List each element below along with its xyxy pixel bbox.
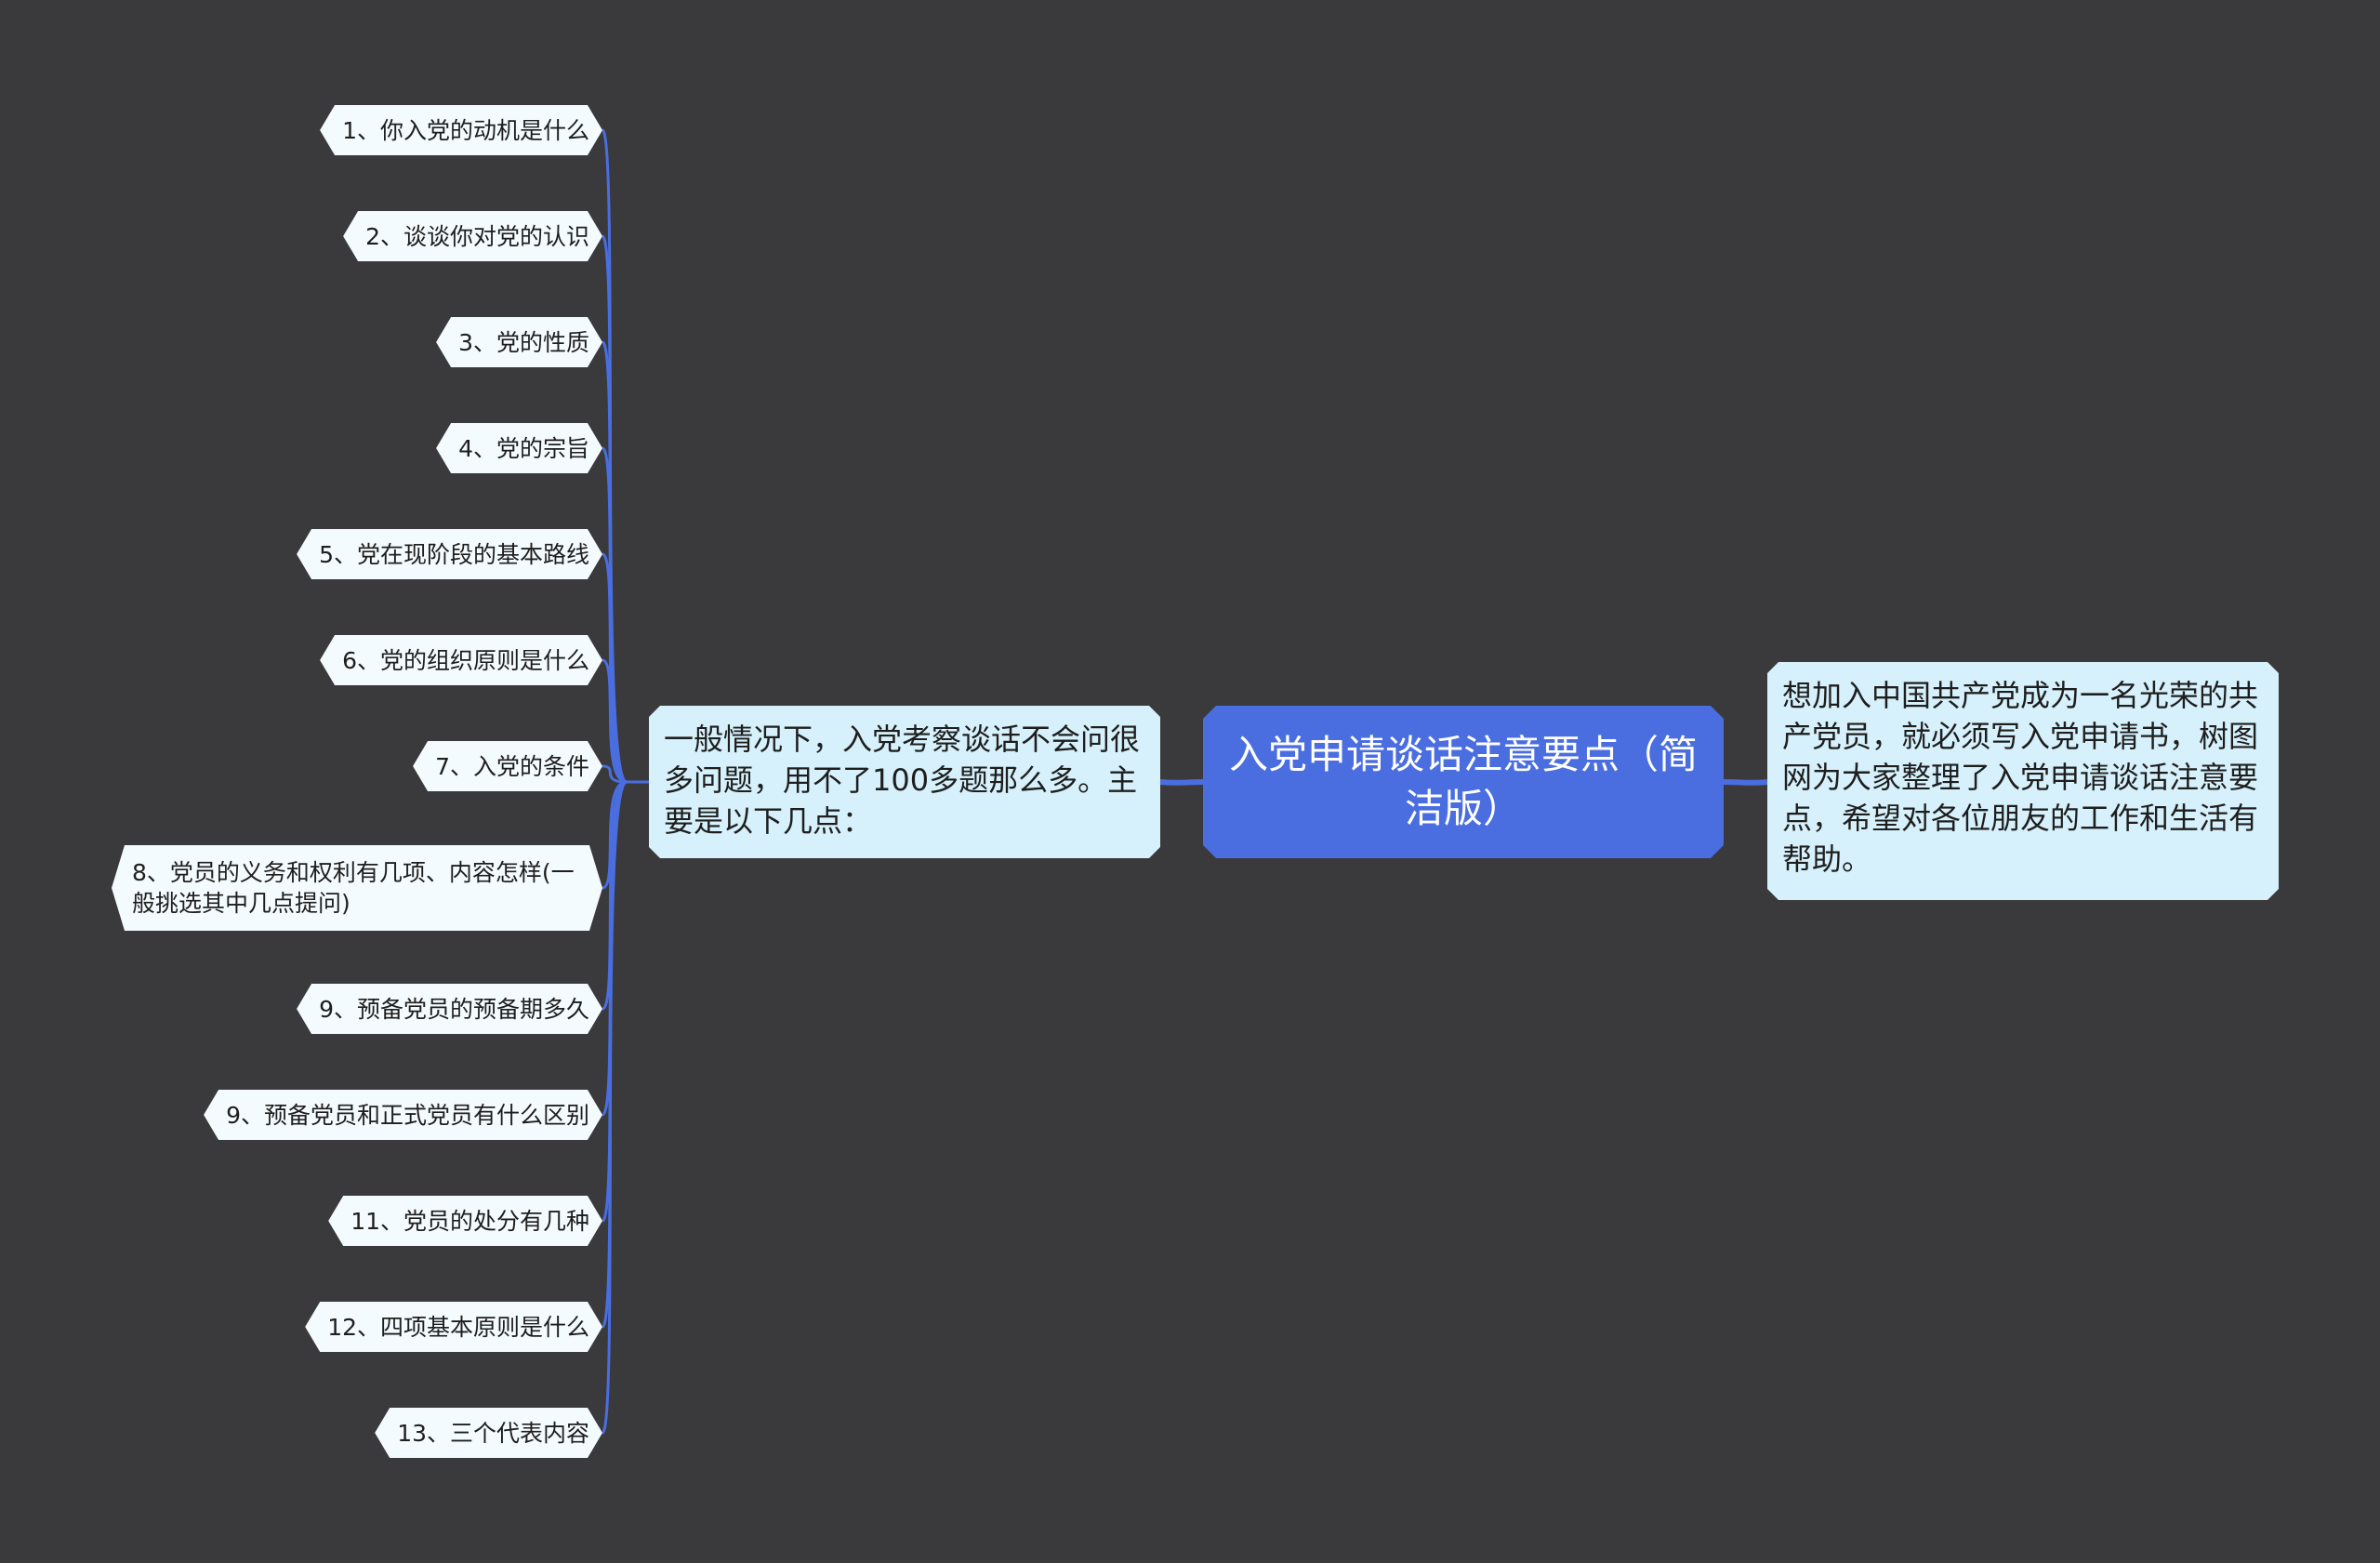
leaf-label: 9、预备党员和正式党员有什么区别	[226, 1101, 589, 1129]
leaf-topic[interactable]: 9、预备党员的预备期多久	[297, 984, 602, 1034]
leaf-topic[interactable]: 6、党的组织原则是什么	[320, 635, 602, 685]
leaf-topic[interactable]: 5、党在现阶段的基本路线	[297, 529, 602, 579]
leaf-label: 6、党的组织原则是什么	[342, 646, 589, 674]
leaf-topic[interactable]: 11、党员的处分有几种	[328, 1196, 602, 1246]
leaf-topic[interactable]: 4、党的宗旨	[436, 423, 602, 473]
leaf-topic[interactable]: 8、党员的义务和权利有几项、内容怎样(一般挑选其中几点提问)	[112, 845, 602, 931]
right-branch-topic[interactable]: 想加入中国共产党成为一名光荣的共产党员，就必须写入党申请书，树图网为大家整理了入…	[1767, 662, 2279, 900]
leaf-label: 5、党在现阶段的基本路线	[319, 540, 589, 568]
leaf-label: 4、党的宗旨	[458, 434, 589, 462]
root-to-left-branch-connector	[1159, 779, 1204, 786]
leaf-label: 12、四项基本原则是什么	[327, 1313, 589, 1341]
leaf-connector	[601, 446, 628, 784]
leaf-topic[interactable]: 13、三个代表内容	[375, 1408, 602, 1458]
leaf-topic[interactable]: 2、谈谈你对党的认识	[343, 211, 602, 261]
leaf-label: 1、你入党的动机是什么	[342, 116, 589, 144]
leaf-label: 8、党员的义务和权利有几项、内容怎样(一般挑选其中几点提问)	[132, 859, 575, 917]
leaf-connectors	[601, 128, 649, 1435]
leaf-connector	[601, 234, 628, 784]
leaf-label: 11、党员的处分有几种	[350, 1207, 589, 1235]
leaf-label: 13、三个代表内容	[397, 1419, 589, 1447]
leaf-topic[interactable]: 9、预备党员和正式党员有什么区别	[204, 1090, 602, 1140]
right-branch-label: 想加入中国共产党成为一名光荣的共产党员，就必须写入党申请书，树图网为大家整理了入…	[1782, 678, 2259, 877]
mind-map-canvas: 入党申请谈话注意要点（简洁版） 一般情况下，入党考察谈话不会问很多问题，用不了1…	[0, 0, 2380, 1563]
leaf-topic[interactable]: 1、你入党的动机是什么	[320, 105, 602, 155]
leaf-topic[interactable]: 3、党的性质	[436, 317, 602, 367]
leaf-topic[interactable]: 7、入党的条件	[413, 741, 602, 791]
root-topic-label: 入党申请谈话注意要点（简洁版）	[1229, 732, 1699, 831]
leaf-label: 3、党的性质	[458, 328, 589, 356]
leaf-label: 9、预备党员的预备期多久	[319, 995, 589, 1023]
root-topic[interactable]: 入党申请谈话注意要点（简洁版）	[1203, 706, 1724, 858]
root-to-right-branch-connector	[1723, 779, 1768, 786]
left-branch-topic[interactable]: 一般情况下，入党考察谈话不会问很多问题，用不了100多题那么多。主要是以下几点：	[649, 706, 1160, 858]
leaf-label: 7、入党的条件	[435, 752, 589, 780]
leaf-topic[interactable]: 12、四项基本原则是什么	[305, 1302, 602, 1352]
leaf-label: 2、谈谈你对党的认识	[365, 222, 589, 250]
left-branch-label: 一般情况下，入党考察谈话不会问很多问题，用不了100多题那么多。主要是以下几点：	[664, 722, 1141, 839]
leaf-connector	[601, 552, 628, 784]
